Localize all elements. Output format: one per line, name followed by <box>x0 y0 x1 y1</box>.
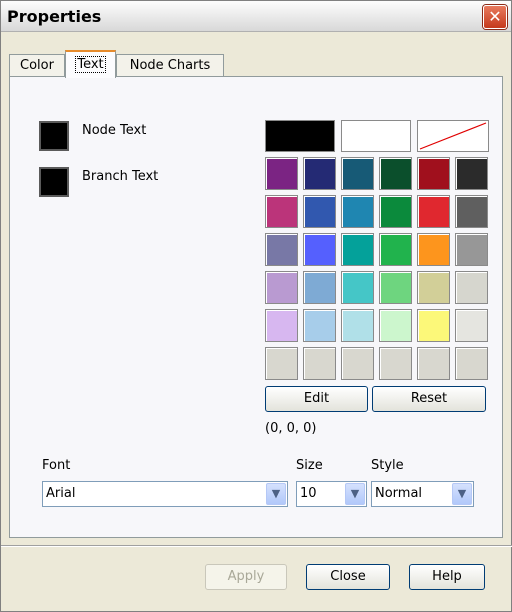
help-label: Help <box>432 569 462 584</box>
palette-swatch[interactable] <box>265 233 298 266</box>
palette-swatch[interactable] <box>379 271 412 304</box>
palette-black[interactable] <box>265 120 335 152</box>
title-bar[interactable]: Properties ✕ <box>1 1 511 32</box>
palette-swatch[interactable] <box>303 157 336 190</box>
chevron-down-icon[interactable]: ▼ <box>345 483 365 505</box>
palette-swatch[interactable] <box>379 233 412 266</box>
palette-swatch[interactable] <box>417 195 450 228</box>
palette-swatch[interactable] <box>379 195 412 228</box>
branch-text-label: Branch Text <box>82 169 159 184</box>
no-color-slash-icon <box>419 122 487 150</box>
palette-swatch[interactable] <box>303 233 336 266</box>
reset-color-button[interactable]: Reset <box>372 386 486 412</box>
edit-color-button[interactable]: Edit <box>265 386 368 412</box>
tab-node-charts[interactable]: Node Charts <box>116 54 224 76</box>
palette-swatch[interactable] <box>265 347 298 380</box>
text-tab-panel: Node Text Branch Text Edit Reset (0, 0, … <box>9 76 503 538</box>
palette-swatch[interactable] <box>455 271 488 304</box>
style-value: Normal <box>375 486 423 501</box>
font-value: Arial <box>46 486 76 501</box>
palette-swatch[interactable] <box>303 195 336 228</box>
palette-swatch[interactable] <box>379 157 412 190</box>
node-text-label: Node Text <box>82 123 147 138</box>
palette-swatch[interactable] <box>379 309 412 342</box>
help-button[interactable]: Help <box>409 564 485 590</box>
palette-swatch[interactable] <box>417 157 450 190</box>
footer-divider <box>1 545 512 547</box>
font-select[interactable]: Arial ▼ <box>42 481 288 507</box>
palette-swatch[interactable] <box>341 157 374 190</box>
palette-swatch[interactable] <box>341 309 374 342</box>
palette-swatch[interactable] <box>417 271 450 304</box>
palette-swatch[interactable] <box>341 347 374 380</box>
tab-text-label: Text <box>75 56 106 73</box>
palette-swatch[interactable] <box>265 157 298 190</box>
palette-no-color[interactable] <box>417 120 489 152</box>
tab-node-charts-label: Node Charts <box>129 58 211 73</box>
close-label: Close <box>330 569 366 584</box>
palette-white[interactable] <box>341 120 411 152</box>
palette-swatch[interactable] <box>417 347 450 380</box>
apply-button[interactable]: Apply <box>205 564 287 590</box>
palette-swatch[interactable] <box>265 195 298 228</box>
palette-swatch[interactable] <box>303 347 336 380</box>
reset-button-label: Reset <box>410 391 448 406</box>
rgb-readout: (0, 0, 0) <box>265 421 317 436</box>
palette-swatch[interactable] <box>417 233 450 266</box>
palette-swatch[interactable] <box>455 233 488 266</box>
palette-swatch[interactable] <box>341 271 374 304</box>
palette-swatch[interactable] <box>417 309 450 342</box>
close-icon: ✕ <box>488 7 502 26</box>
tab-color-label: Color <box>20 58 54 73</box>
window-title: Properties <box>7 7 102 26</box>
palette-swatch[interactable] <box>265 271 298 304</box>
chevron-down-icon[interactable]: ▼ <box>266 483 286 505</box>
palette-swatch[interactable] <box>455 195 488 228</box>
palette-swatch[interactable] <box>455 309 488 342</box>
chevron-down-icon[interactable]: ▼ <box>452 483 472 505</box>
font-label: Font <box>42 458 71 473</box>
apply-label: Apply <box>227 569 265 584</box>
tab-color[interactable]: Color <box>9 54 65 76</box>
style-select[interactable]: Normal ▼ <box>371 481 474 507</box>
size-label: Size <box>296 458 323 473</box>
close-button[interactable]: Close <box>306 564 390 590</box>
edit-button-label: Edit <box>303 391 330 406</box>
palette-swatch[interactable] <box>341 233 374 266</box>
palette-swatch[interactable] <box>455 347 488 380</box>
palette-swatch[interactable] <box>303 271 336 304</box>
palette-swatch[interactable] <box>341 195 374 228</box>
branch-text-color-swatch[interactable] <box>39 167 69 197</box>
close-window-button[interactable]: ✕ <box>483 5 507 29</box>
style-label: Style <box>371 458 404 473</box>
tab-text[interactable]: Text <box>65 50 116 78</box>
size-select[interactable]: 10 ▼ <box>296 481 367 507</box>
node-text-color-swatch[interactable] <box>39 121 69 151</box>
palette-swatch[interactable] <box>265 309 298 342</box>
palette-swatch[interactable] <box>303 309 336 342</box>
palette-swatch[interactable] <box>379 347 412 380</box>
size-value: 10 <box>300 486 317 501</box>
properties-dialog: Properties ✕ Color Text Node Charts Node… <box>0 0 512 612</box>
palette-swatch[interactable] <box>455 157 488 190</box>
